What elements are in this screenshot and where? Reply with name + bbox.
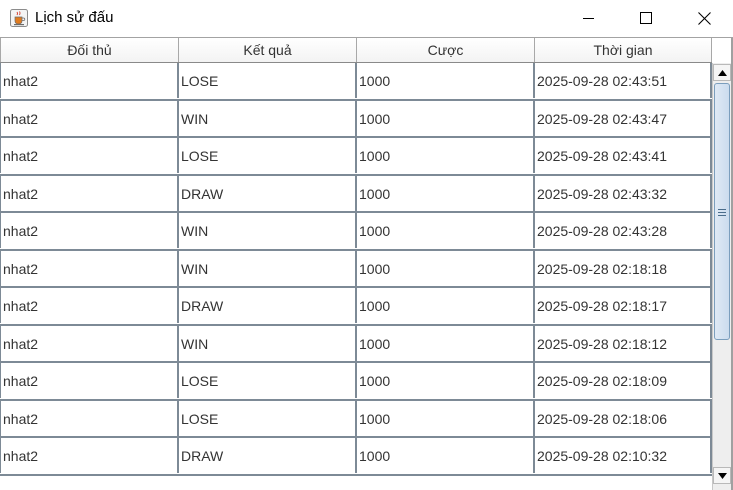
cell-time[interactable]: 2025-09-28 02:43:32	[535, 175, 712, 211]
cell-opponent[interactable]: nhat2	[0, 138, 179, 173]
cell-time[interactable]: 2025-09-28 02:43:51	[535, 63, 712, 98]
cell-result[interactable]: WIN	[179, 213, 357, 248]
cell-bet[interactable]: 1000	[357, 325, 535, 361]
table-row[interactable]: nhat2 DRAW 1000 2025-09-28 02:43:32	[0, 175, 712, 213]
cell-opponent[interactable]: nhat2	[0, 213, 179, 248]
table-row[interactable]: nhat2 WIN 1000 2025-09-28 02:18:12	[0, 325, 712, 363]
cell-result[interactable]: WIN	[179, 325, 357, 361]
column-header-opponent[interactable]: Đối thủ	[0, 38, 179, 62]
scroll-down-button[interactable]	[713, 467, 731, 484]
cell-bet[interactable]: 1000	[357, 100, 535, 136]
cell-bet[interactable]: 1000	[357, 438, 535, 473]
minimize-button[interactable]	[559, 0, 617, 36]
cell-result[interactable]: LOSE	[179, 63, 357, 98]
table-row[interactable]: nhat2 LOSE 1000 2025-09-28 02:43:51	[0, 63, 712, 101]
window-title: Lịch sử đấu	[35, 9, 114, 26]
cell-opponent[interactable]: nhat2	[0, 100, 179, 136]
grip-icon	[718, 209, 726, 216]
cell-opponent[interactable]: nhat2	[0, 250, 179, 286]
cell-result[interactable]: LOSE	[179, 363, 357, 398]
cell-result[interactable]: DRAW	[179, 288, 357, 323]
java-cup-icon	[10, 9, 28, 27]
close-button[interactable]	[675, 0, 733, 36]
cell-bet[interactable]: 1000	[357, 175, 535, 211]
cell-time[interactable]: 2025-09-28 02:18:12	[535, 325, 712, 361]
cell-bet[interactable]: 1000	[357, 363, 535, 398]
cell-result[interactable]: WIN	[179, 100, 357, 136]
maximize-icon	[640, 12, 652, 24]
cell-opponent[interactable]: nhat2	[0, 325, 179, 361]
column-header-bet[interactable]: Cược	[357, 38, 535, 62]
cell-bet[interactable]: 1000	[357, 288, 535, 323]
cell-bet[interactable]: 1000	[357, 400, 535, 436]
table-row[interactable]: nhat2 WIN 1000 2025-09-28 02:43:28	[0, 213, 712, 251]
cell-result[interactable]: LOSE	[179, 138, 357, 173]
cell-bet[interactable]: 1000	[357, 138, 535, 173]
minimize-icon	[582, 17, 594, 19]
arrow-down-icon	[717, 472, 727, 479]
cell-result[interactable]: DRAW	[179, 438, 357, 473]
cell-result[interactable]: WIN	[179, 250, 357, 286]
cell-time[interactable]: 2025-09-28 02:18:09	[535, 363, 712, 398]
scroll-up-button[interactable]	[713, 64, 731, 81]
table-row[interactable]: nhat2 LOSE 1000 2025-09-28 02:18:06	[0, 400, 712, 438]
close-icon	[697, 11, 711, 25]
cell-opponent[interactable]: nhat2	[0, 400, 179, 436]
vertical-scrollbar[interactable]	[712, 63, 731, 490]
cell-result[interactable]: LOSE	[179, 400, 357, 436]
maximize-button[interactable]	[617, 0, 675, 36]
arrow-up-icon	[717, 69, 727, 76]
cell-opponent[interactable]: nhat2	[0, 438, 179, 473]
table-row[interactable]: nhat2 DRAW 1000 2025-09-28 02:18:17	[0, 288, 712, 326]
table-row[interactable]: nhat2 LOSE 1000 2025-09-28 02:43:41	[0, 138, 712, 176]
cell-time[interactable]: 2025-09-28 02:18:18	[535, 250, 712, 286]
title-bar[interactable]: Lịch sử đấu	[0, 0, 733, 37]
history-table: Đối thủ Kết quả Cược Thời gian nhat2 LOSE…	[0, 37, 733, 490]
column-header-result[interactable]: Kết quả	[179, 38, 357, 62]
cell-opponent[interactable]: nhat2	[0, 363, 179, 398]
cell-time[interactable]: 2025-09-28 02:43:41	[535, 138, 712, 173]
cell-bet[interactable]: 1000	[357, 63, 535, 98]
history-window: Lịch sử đấu Đối thủ Kết quả Cược Thời gi…	[0, 0, 733, 490]
cell-time[interactable]: 2025-09-28 02:18:17	[535, 288, 712, 323]
cell-opponent[interactable]: nhat2	[0, 175, 179, 211]
cell-bet[interactable]: 1000	[357, 250, 535, 286]
table-header: Đối thủ Kết quả Cược Thời gian	[0, 38, 712, 63]
table-row[interactable]: nhat2 WIN 1000 2025-09-28 02:43:47	[0, 100, 712, 138]
table-row[interactable]: nhat2 WIN 1000 2025-09-28 02:18:18	[0, 250, 712, 288]
cell-time[interactable]: 2025-09-28 02:43:28	[535, 213, 712, 248]
table-row[interactable]: nhat2 LOSE 1000 2025-09-28 02:18:09	[0, 363, 712, 401]
cell-time[interactable]: 2025-09-28 02:43:47	[535, 100, 712, 136]
column-header-time[interactable]: Thời gian	[535, 38, 712, 62]
scroll-thumb[interactable]	[714, 83, 730, 340]
table-row[interactable]: nhat2 DRAW 1000 2025-09-28 02:10:32	[0, 438, 712, 476]
cell-time[interactable]: 2025-09-28 02:18:06	[535, 400, 712, 436]
cell-time[interactable]: 2025-09-28 02:10:32	[535, 438, 712, 473]
cell-bet[interactable]: 1000	[357, 213, 535, 248]
cell-opponent[interactable]: nhat2	[0, 63, 179, 98]
cell-result[interactable]: DRAW	[179, 175, 357, 211]
cell-opponent[interactable]: nhat2	[0, 288, 179, 323]
table-body: nhat2 LOSE 1000 2025-09-28 02:43:51 nhat2 WIN…	[0, 63, 712, 490]
